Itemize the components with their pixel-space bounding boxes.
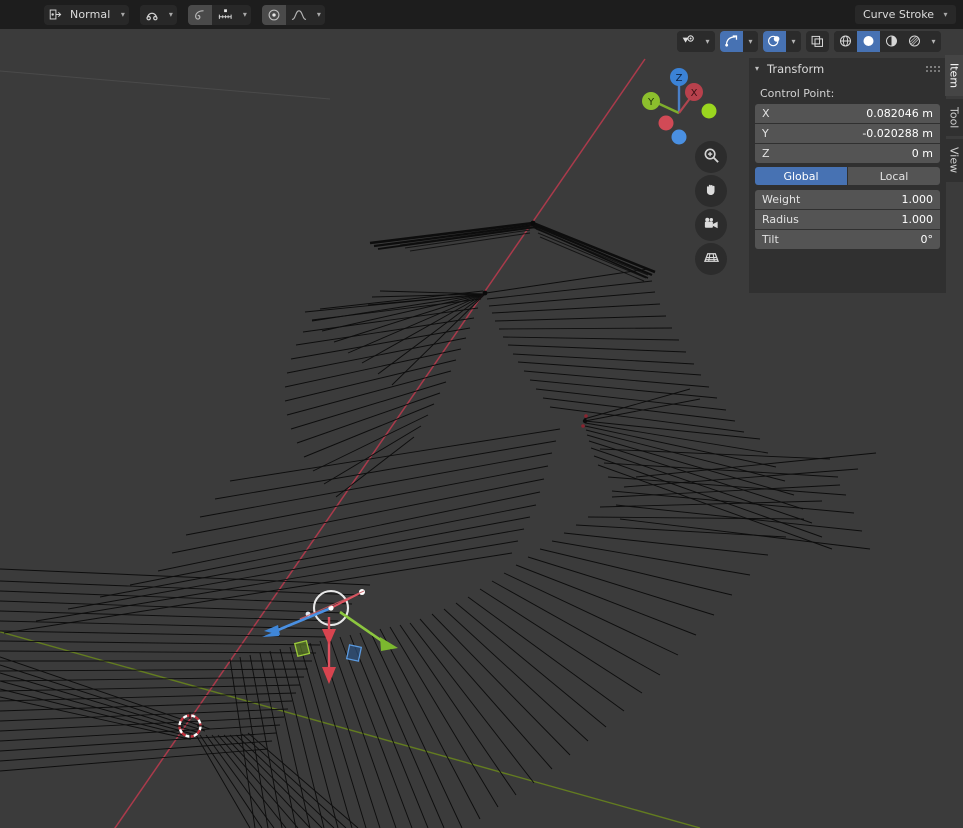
xray-toggle-icon[interactable]	[806, 30, 829, 52]
page-title: Transform	[767, 62, 825, 76]
proportional-editing-icon[interactable]	[188, 4, 213, 25]
hand-icon	[703, 181, 720, 202]
coord-value-z: 0 m	[911, 147, 933, 160]
transform-orientation-group[interactable]: Normal ▾	[44, 4, 130, 25]
tilt-label: Tilt	[762, 233, 779, 246]
proportional-connected-icon[interactable]	[262, 4, 287, 25]
visibility-eye-icon[interactable]	[677, 30, 700, 52]
viewport-nav-buttons	[695, 141, 735, 277]
navigation-gizmo[interactable]: Z X Y	[639, 61, 723, 145]
curve-node	[530, 220, 536, 226]
chevron-down-icon[interactable]: ▾	[700, 30, 715, 52]
curve-stroke-label: Curve Stroke	[862, 8, 934, 21]
coord-value-x: 0.082046 m	[866, 107, 933, 120]
magnet-icon[interactable]	[140, 4, 165, 25]
gizmo-plane-yz	[345, 644, 363, 662]
coord-field-x[interactable]: X 0.082046 m	[755, 104, 940, 123]
gizmo-arrow-icon[interactable]	[720, 30, 743, 52]
chevron-down-icon[interactable]: ▾	[164, 10, 177, 19]
proportional-falloff-icon[interactable]	[286, 4, 313, 25]
coord-value-y: -0.020288 m	[862, 127, 933, 140]
toggle-perspective-button[interactable]	[695, 243, 727, 275]
chevron-down-icon[interactable]: ▾	[238, 10, 251, 19]
gizmo-plane-xy	[293, 639, 311, 658]
chevron-down-icon[interactable]: ▾	[755, 65, 765, 73]
shading-rendered-icon[interactable]	[903, 30, 926, 52]
space-toggle: Global Local	[755, 167, 940, 185]
blender-window: Normal ▾ ▾ ▾ ▾ Curve Stroke ▾ Z X Y ▾ ▾ …	[0, 0, 963, 828]
curve-node	[582, 418, 588, 424]
coord-label-y: Y	[762, 127, 769, 140]
coord-label-x: X	[762, 107, 770, 120]
orientation-label: Normal	[70, 8, 111, 21]
tilt-field[interactable]: Tilt 0°	[755, 230, 940, 249]
control-point-label: Control Point:	[760, 87, 835, 100]
transform-panel-body: Control Point: X 0.082046 m Y -0.020288 …	[749, 80, 946, 256]
camera-view-button[interactable]	[695, 209, 727, 241]
weight-label: Weight	[762, 193, 801, 206]
shading-material-icon[interactable]	[880, 30, 903, 52]
chevron-down-icon[interactable]: ▾	[312, 10, 325, 19]
proportional-connected-icon[interactable]	[212, 4, 239, 25]
magnifier-plus-icon	[703, 147, 720, 168]
orientation-icon	[44, 4, 67, 25]
coord-field-z[interactable]: Z 0 m	[755, 144, 940, 163]
proportional-editing-group[interactable]: ▾	[188, 4, 252, 25]
overlays-sphere-icon[interactable]	[763, 30, 786, 52]
local-button[interactable]: Local	[848, 167, 940, 185]
shading-solid-icon[interactable]	[857, 30, 880, 52]
chevron-down-icon[interactable]: ▾	[926, 30, 941, 52]
curve-node	[581, 424, 585, 428]
zoom-button[interactable]	[695, 141, 727, 173]
viewport-header-right: ▾ ▾ ▾ ▾	[672, 30, 941, 52]
global-button[interactable]: Global	[755, 167, 847, 185]
gizmos-group[interactable]: ▾	[720, 30, 758, 52]
svg-text:X: X	[691, 88, 698, 99]
shading-mode-group[interactable]: ▾	[834, 30, 941, 52]
sidebar-tabstrip: Item Tool View	[945, 55, 963, 185]
shading-wireframe-icon[interactable]	[834, 30, 857, 52]
overlays-group[interactable]: ▾	[763, 30, 801, 52]
xray-group[interactable]	[806, 30, 829, 52]
pan-button[interactable]	[695, 175, 727, 207]
chevron-down-icon[interactable]: ▾	[786, 30, 801, 52]
chevron-down-icon[interactable]: ▾	[743, 30, 758, 52]
camera-icon	[703, 215, 720, 236]
svg-text:Z: Z	[676, 73, 683, 84]
gizmo-axis-neg-x	[658, 115, 674, 131]
transform-panel-header[interactable]: ▾ Transform	[749, 58, 946, 80]
chevron-down-icon[interactable]: ▾	[939, 10, 952, 19]
radius-label: Radius	[762, 213, 799, 226]
tilt-value: 0°	[920, 233, 934, 246]
panel-grip-icon[interactable]	[926, 66, 940, 72]
radius-value: 1.000	[901, 213, 934, 226]
chevron-down-icon[interactable]: ▾	[116, 10, 129, 19]
weight-value: 1.000	[901, 193, 934, 206]
curve-stroke-dropdown[interactable]: Curve Stroke ▾	[854, 5, 956, 24]
gizmo-axis-neg-y	[701, 103, 717, 119]
sidebar-n-panel: ▾ Transform Control Point: X 0.082046 m …	[749, 58, 946, 293]
proportional-falloff-group[interactable]: ▾	[262, 4, 326, 25]
gizmo-axis-neg-z	[671, 129, 687, 145]
coord-label-z: Z	[762, 147, 770, 160]
radius-field[interactable]: Radius 1.000	[755, 210, 940, 229]
grid-perspective-icon	[703, 249, 720, 270]
snapping-group[interactable]: ▾	[140, 4, 178, 25]
viewport-3d[interactable]: Z X Y ▾ ▾ ▾ ▾ ▾ Transform Control Point:…	[0, 29, 963, 828]
tool-settings-header: Normal ▾ ▾ ▾ ▾ Curve Stroke ▾	[0, 0, 963, 29]
curve-node	[482, 290, 488, 296]
svg-text:Y: Y	[647, 97, 655, 108]
curve-node	[584, 414, 588, 418]
tab-view[interactable]: View	[945, 139, 963, 182]
visibility-group[interactable]: ▾	[677, 30, 715, 52]
tab-item[interactable]: Item	[945, 55, 963, 97]
tab-tool[interactable]: Tool	[945, 99, 963, 137]
weight-field[interactable]: Weight 1.000	[755, 190, 940, 209]
coord-field-y[interactable]: Y -0.020288 m	[755, 124, 940, 143]
